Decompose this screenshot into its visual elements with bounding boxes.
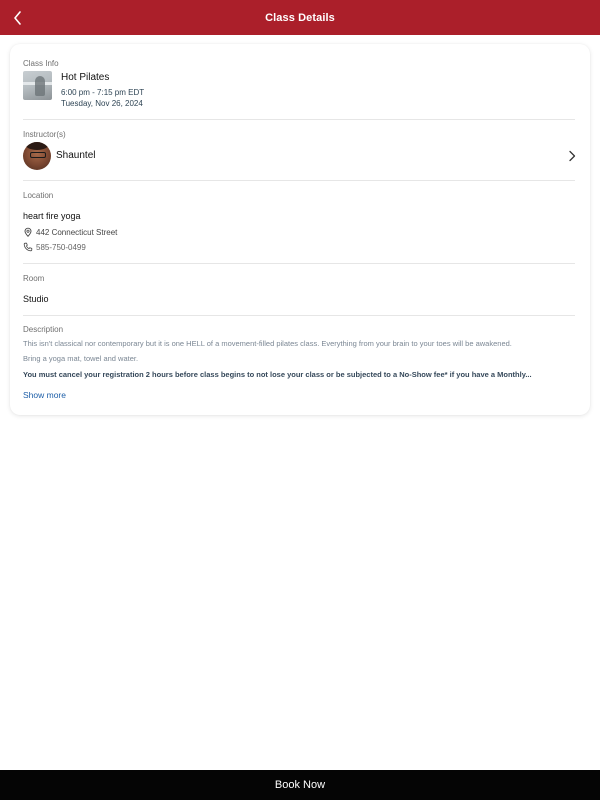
instructor-avatar: [23, 142, 51, 170]
location-label: Location: [23, 191, 54, 200]
location-address: 442 Connecticut Street: [23, 227, 117, 237]
show-more-link[interactable]: Show more: [23, 390, 66, 400]
cancellation-policy: You must cancel your registration 2 hour…: [23, 370, 532, 379]
description-line: Bring a yoga mat, towel and water.: [23, 354, 139, 363]
page-title: Class Details: [265, 11, 335, 24]
location-name: heart fire yoga: [23, 211, 81, 221]
chevron-right-icon: [569, 150, 576, 162]
divider: [23, 315, 575, 316]
book-now-button[interactable]: Book Now: [0, 770, 600, 800]
class-info-label: Class Info: [23, 59, 59, 68]
room-name: Studio: [23, 294, 49, 304]
description-line: This isn't classical nor contemporary bu…: [23, 339, 512, 348]
class-time: 6:00 pm - 7:15 pm EDT: [61, 88, 145, 97]
top-nav-bar: Class Details: [0, 0, 600, 35]
back-button[interactable]: [6, 6, 30, 30]
location-phone[interactable]: 585-750-0499: [23, 242, 86, 252]
instructor-row[interactable]: Shauntel: [23, 142, 578, 172]
instructor-label: Instructor(s): [23, 130, 66, 139]
chevron-left-icon: [14, 11, 21, 25]
phone-text: 585-750-0499: [36, 242, 86, 252]
address-text: 442 Connecticut Street: [36, 227, 118, 237]
divider: [23, 119, 575, 120]
phone-icon: [23, 242, 33, 252]
instructor-name: Shauntel: [56, 150, 96, 161]
class-date: Tuesday, Nov 26, 2024: [61, 99, 143, 108]
class-thumbnail: [23, 71, 52, 100]
description-label: Description: [23, 325, 64, 334]
divider: [23, 263, 575, 264]
room-label: Room: [23, 274, 45, 283]
divider: [23, 180, 575, 181]
map-pin-icon: [24, 227, 32, 237]
class-details-card: Class Info Hot Pilates 6:00 pm - 7:15 pm…: [10, 44, 590, 415]
class-name: Hot Pilates: [61, 72, 110, 83]
